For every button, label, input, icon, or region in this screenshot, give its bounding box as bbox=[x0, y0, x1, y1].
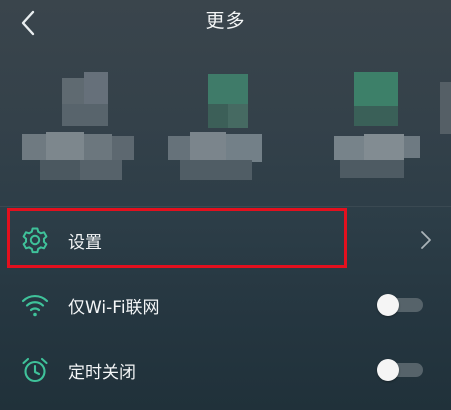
menu-item-wifi-only[interactable]: 仅Wi-Fi联网 bbox=[0, 278, 451, 332]
toggle-knob bbox=[377, 294, 399, 316]
menu-item-label: 仅Wi-Fi联网 bbox=[68, 298, 160, 318]
menu-item-label: 设置 bbox=[68, 233, 102, 253]
divider bbox=[0, 206, 451, 207]
wifi-icon bbox=[20, 290, 50, 320]
menu-item-sleep-timer[interactable]: 定时关闭 bbox=[0, 343, 451, 397]
menu-item-settings[interactable]: 设置 bbox=[0, 213, 451, 267]
gear-icon bbox=[20, 225, 50, 255]
alarm-clock-icon bbox=[20, 355, 50, 385]
top-bar: 更多 bbox=[0, 0, 451, 44]
wifi-only-toggle[interactable] bbox=[377, 294, 423, 316]
sleep-timer-toggle[interactable] bbox=[377, 359, 423, 381]
menu-item-label: 定时关闭 bbox=[68, 363, 136, 383]
chevron-right-icon bbox=[419, 229, 433, 251]
blurred-quick-access bbox=[0, 52, 451, 202]
toggle-knob bbox=[377, 359, 399, 381]
page-title: 更多 bbox=[205, 10, 246, 32]
